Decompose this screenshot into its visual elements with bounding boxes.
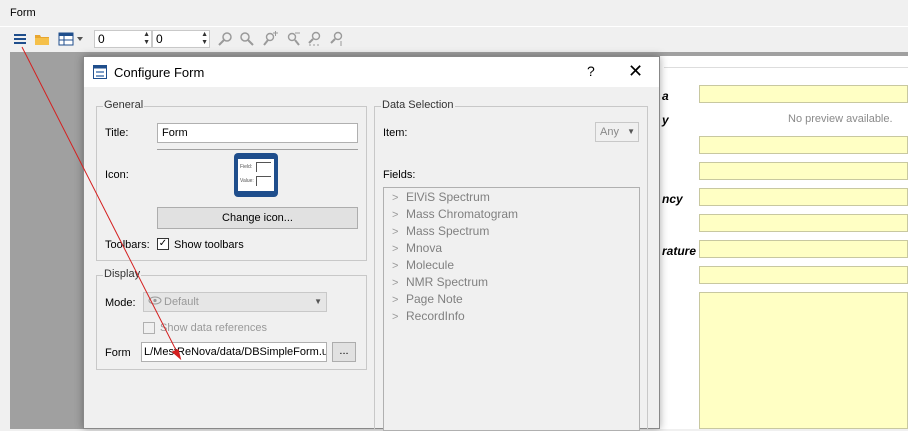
annotation-arrow bbox=[21, 46, 182, 361]
